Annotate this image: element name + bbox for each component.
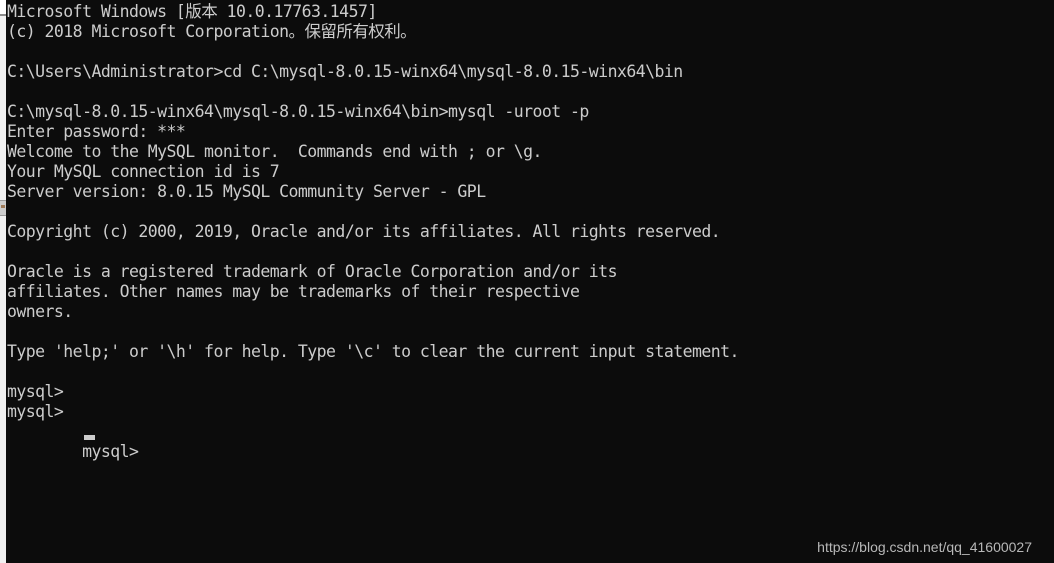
terminal-line: (c) 2018 Microsoft Corporation。保留所有权利。 — [7, 22, 417, 41]
mysql-prompt-active[interactable]: mysql> — [6, 422, 1054, 461]
terminal-line: affiliates. Other names may be trademark… — [7, 282, 580, 301]
mysql-prompt: mysql> — [7, 402, 64, 421]
screenshot-root: Microsoft Windows [版本 10.0.17763.1457] (… — [0, 0, 1054, 563]
terminal-line: Microsoft Windows [版本 10.0.17763.1457] — [7, 2, 377, 21]
text-cursor — [84, 435, 95, 440]
watermark-url: https://blog.csdn.net/qq_41600027 — [817, 539, 1032, 555]
terminal-line: Copyright (c) 2000, 2019, Oracle and/or … — [7, 222, 721, 241]
terminal-line: Welcome to the MySQL monitor. Commands e… — [7, 142, 542, 161]
command-prompt-window[interactable]: Microsoft Windows [版本 10.0.17763.1457] (… — [6, 0, 1054, 563]
mysql-prompt-label: mysql> — [82, 442, 139, 461]
scrollbar-thumb-grip — [1, 205, 5, 208]
terminal-line: Server version: 8.0.15 MySQL Community S… — [7, 182, 486, 201]
terminal-line: Type 'help;' or '\h' for help. Type '\c'… — [7, 342, 740, 361]
mysql-prompt: mysql> — [7, 382, 64, 401]
terminal-line: owners. — [7, 302, 73, 321]
terminal-line: Oracle is a registered trademark of Orac… — [7, 262, 618, 281]
terminal-line: C:\mysql-8.0.15-winx64\mysql-8.0.15-winx… — [7, 102, 589, 121]
terminal-line: C:\Users\Administrator>cd C:\mysql-8.0.1… — [7, 62, 683, 81]
terminal-line: Enter password: *** — [7, 122, 186, 141]
terminal-line: Your MySQL connection id is 7 — [7, 162, 280, 181]
terminal-output[interactable]: Microsoft Windows [版本 10.0.17763.1457] (… — [6, 2, 1054, 461]
